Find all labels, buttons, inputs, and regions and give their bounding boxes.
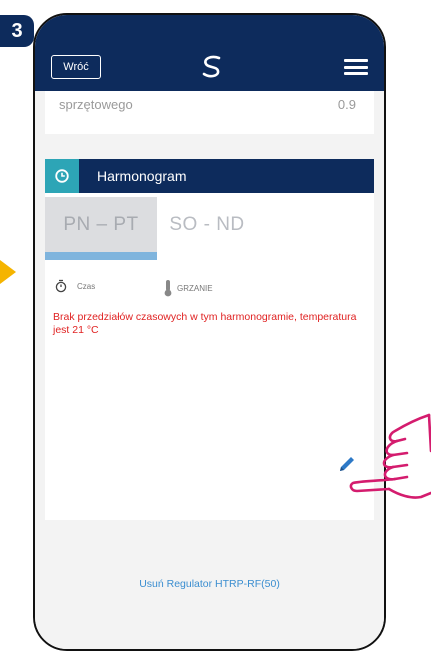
clock-refresh-icon: [45, 159, 79, 193]
info-value: 0.9: [337, 97, 356, 112]
schedule-title: Harmonogram: [97, 168, 187, 184]
hamburger-icon[interactable]: [344, 59, 368, 75]
stopwatch-icon: [55, 279, 67, 293]
tab-weekend[interactable]: SO - ND: [157, 197, 257, 252]
heating-column-header: GRZANIE: [163, 279, 213, 297]
thermometer-icon: [164, 280, 172, 297]
step-badge: 3: [0, 15, 34, 47]
info-label: sprzętowego: [59, 97, 133, 112]
info-card: sprzętowego 0.9: [45, 91, 374, 134]
time-column-header: Czas: [55, 279, 95, 293]
heating-column-label: GRZANIE: [177, 283, 213, 293]
brand-s-icon: [202, 55, 221, 78]
schedule-header: Harmonogram: [45, 159, 374, 193]
tab-weekdays[interactable]: PN – PT: [45, 197, 157, 260]
app-header: Wróć: [35, 15, 384, 91]
phone-frame: Wróć sprzętowego 0.9 Harmonogram PN – PT…: [33, 13, 386, 651]
remove-regulator-link[interactable]: Usuń Regulator HTRP-RF(50): [35, 578, 384, 590]
pointing-hand-icon: [349, 413, 431, 499]
pointer-arrow-icon: [0, 260, 16, 284]
no-intervals-warning: Brak przedziałów czasowych w tym harmono…: [53, 311, 357, 336]
time-column-label: Czas: [77, 281, 96, 291]
back-button[interactable]: Wróć: [51, 55, 101, 79]
content-area: sprzętowego 0.9 Harmonogram PN – PT SO -…: [35, 91, 384, 649]
schedule-card: Harmonogram PN – PT SO - ND Czas GRZANIE…: [45, 159, 374, 520]
